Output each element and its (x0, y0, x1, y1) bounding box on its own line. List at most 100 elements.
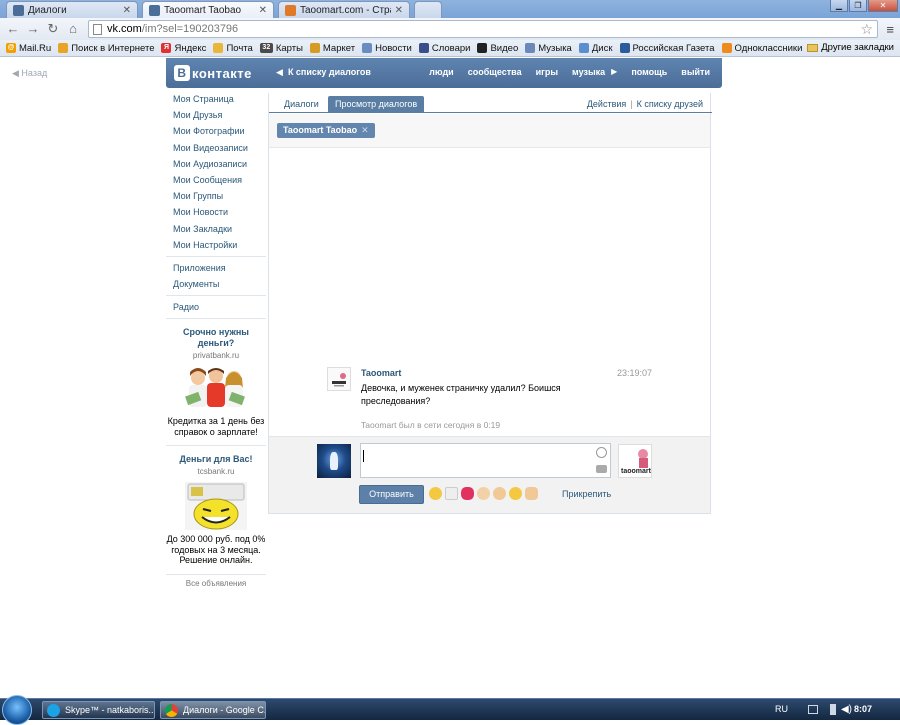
bookmark-video[interactable]: Видео (477, 43, 518, 54)
friends-list-link[interactable]: К списку друзей (637, 99, 703, 109)
message-time: 23:19:07 (617, 368, 653, 378)
camera-icon[interactable] (596, 465, 607, 473)
close-window-icon[interactable]: ✕ (868, 0, 898, 12)
grin-emoji-icon[interactable] (509, 487, 522, 500)
left-sidebar: Моя Страница Мои Друзья Мои Фотографии М… (166, 91, 266, 588)
ad-image-people[interactable] (184, 366, 248, 413)
sidebar-my-photos[interactable]: Мои Фотографии (166, 123, 266, 139)
browser-menu-icon[interactable]: ≡ (886, 22, 894, 37)
ad-title[interactable]: Срочно нужны деньги? (166, 327, 266, 349)
my-avatar[interactable] (317, 444, 351, 478)
taskbar-chrome[interactable]: Диалоги - Google C... (160, 701, 266, 719)
nav-help[interactable]: помощь (631, 67, 667, 77)
vk-logo[interactable]: Вконтакте (174, 65, 252, 81)
actions-link[interactable]: Действия (587, 99, 626, 109)
back-to-dialogs-link[interactable]: ◀ К списку диалогов (276, 67, 371, 78)
sidebar-documents[interactable]: Документы (166, 276, 266, 292)
all-ads-link[interactable]: Все объявления (166, 579, 266, 588)
maximize-icon[interactable]: ❐ (849, 0, 867, 12)
music-icon (525, 43, 536, 53)
ad-privatbank[interactable]: Срочно нужны деньги? privatbank.ru Креди… (166, 327, 266, 437)
sidebar-radio[interactable]: Радио (166, 299, 266, 315)
new-tab-button[interactable] (414, 1, 442, 18)
attach-button[interactable]: Прикрепить (562, 489, 611, 499)
sidebar-my-groups[interactable]: Мои Группы (166, 188, 266, 204)
close-tab-icon[interactable]: ✕ (259, 5, 267, 16)
sidebar-my-news[interactable]: Мои Новости (166, 204, 266, 220)
bookmark-mailru[interactable]: @ Mail.Ru (6, 43, 51, 54)
bookmark-yandex[interactable]: Я Яндекс (161, 43, 206, 54)
back-arrow-icon[interactable]: ← (5, 21, 21, 37)
home-icon[interactable]: ⌂ (65, 21, 81, 37)
bookmark-disk[interactable]: Диск (578, 43, 613, 54)
ad-tcsbank[interactable]: Деньги для Вас! tcsbank.ru До 300 000 ру… (166, 454, 266, 566)
close-icon[interactable]: ✕ (361, 125, 369, 135)
text-caret (363, 450, 364, 462)
thumbs-up-emoji-icon[interactable] (525, 487, 538, 500)
browser-tab-label: Taoomart Taobao (164, 4, 242, 16)
nav-logout[interactable]: выйти (681, 67, 710, 77)
blank-emoji-icon[interactable] (445, 487, 458, 500)
nav-people[interactable]: люди (429, 67, 454, 77)
envelope-icon (213, 43, 224, 53)
network-icon[interactable] (808, 705, 818, 714)
tab-dialogs[interactable]: Диалоги (277, 96, 326, 113)
language-indicator[interactable]: RU (775, 704, 788, 714)
tab-view-dialogs[interactable]: Просмотр диалогов (328, 96, 425, 113)
close-tab-icon[interactable]: ✕ (395, 5, 403, 16)
browser-tab-taoomart-com[interactable]: Taoomart.com - Страниц ✕ (278, 1, 410, 18)
forward-arrow-icon[interactable]: → (25, 21, 41, 37)
bookmark-star-icon[interactable]: ☆ (860, 21, 873, 38)
browser-tab-taoomart-taobao[interactable]: Taoomart Taobao ✕ (142, 1, 274, 18)
volume-icon[interactable]: ◀) (841, 704, 852, 715)
sidebar-my-friends[interactable]: Мои Друзья (166, 107, 266, 123)
close-tab-icon[interactable]: ✕ (123, 5, 131, 16)
nav-music[interactable]: музыка (572, 67, 605, 77)
flag-icon[interactable] (830, 704, 836, 715)
bookmark-market[interactable]: Маркет (309, 43, 355, 54)
ad-title[interactable]: Деньги для Вас! (166, 454, 266, 465)
bookmark-news[interactable]: Новости (362, 43, 412, 54)
clock[interactable]: 8:07 (854, 704, 872, 714)
message-author[interactable]: Taoomart (361, 368, 401, 378)
sidebar-my-page[interactable]: Моя Страница (166, 91, 266, 107)
ad-image-smiley[interactable] (185, 482, 247, 531)
bookmark-mail[interactable]: Почта (213, 43, 253, 54)
rg-icon (619, 43, 630, 53)
dialog-panel: Диалоги Просмотр диалогов Действия | К спи… (268, 93, 712, 514)
nav-communities[interactable]: сообщества (468, 67, 522, 77)
peer-chip[interactable]: Taoomart Taobao ✕ (277, 123, 375, 138)
message-input[interactable] (360, 443, 611, 478)
victory-emoji-icon[interactable] (477, 487, 490, 500)
address-bar[interactable]: vk.com/im?sel=190203796 ☆ (88, 20, 878, 38)
browser-tab-dialogs[interactable]: Диалоги ✕ (6, 1, 138, 18)
ok-hand-emoji-icon[interactable] (493, 487, 506, 500)
send-button[interactable]: Отправить (359, 485, 424, 504)
other-bookmarks[interactable]: Другие закладки (807, 42, 894, 53)
bookmark-odnoklassniki[interactable]: Одноклассники (721, 43, 802, 54)
peer-avatar[interactable]: taoomart (618, 444, 652, 478)
sidebar-my-videos[interactable]: Мои Видеозаписи (166, 140, 266, 156)
odnoklassniki-icon (721, 43, 732, 53)
play-icon[interactable]: ▶ (611, 67, 617, 77)
back-link[interactable]: ◀ Назад (12, 68, 47, 79)
bookmark-search[interactable]: Поиск в Интернете (58, 43, 154, 54)
taskbar-skype[interactable]: Skype™ - natkaboris... (42, 701, 155, 719)
start-button[interactable] (2, 695, 32, 725)
bookmark-dictionary[interactable]: Словари (418, 43, 470, 54)
kiss-emoji-icon[interactable] (461, 487, 474, 500)
bookmark-rg[interactable]: Российская Газета (619, 43, 715, 54)
bookmark-music[interactable]: Музыка (525, 43, 572, 54)
sidebar-my-messages[interactable]: Мои Сообщения (166, 172, 266, 188)
sidebar-my-bookmarks[interactable]: Мои Закладки (166, 221, 266, 237)
sender-avatar[interactable] (327, 367, 351, 391)
nav-games[interactable]: игры (536, 67, 558, 77)
sidebar-my-settings[interactable]: Мои Настройки (166, 237, 266, 253)
minimize-icon[interactable]: ▁ (830, 0, 848, 12)
bookmark-maps[interactable]: 32 Карты (259, 43, 303, 54)
sidebar-apps[interactable]: Приложения (166, 260, 266, 276)
sidebar-my-audio[interactable]: Мои Аудиозаписи (166, 156, 266, 172)
reload-icon[interactable]: ↻ (45, 21, 61, 37)
smile-icon[interactable] (596, 447, 607, 458)
smile-emoji-icon[interactable] (429, 487, 442, 500)
